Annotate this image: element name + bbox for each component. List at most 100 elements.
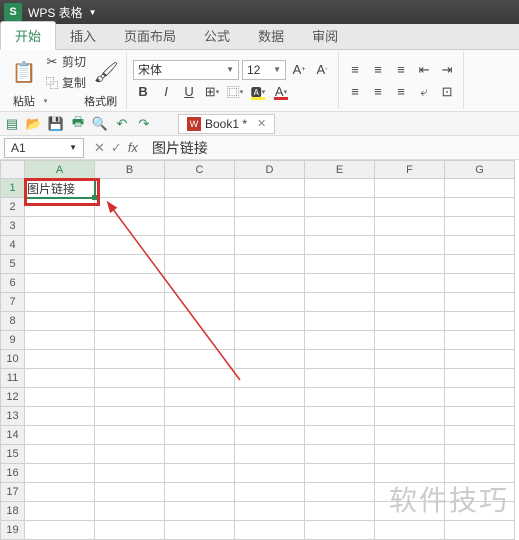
cell[interactable] [95, 426, 165, 445]
cell[interactable] [235, 179, 305, 198]
tab-insert[interactable]: 插入 [56, 22, 110, 49]
cell[interactable] [95, 331, 165, 350]
align-left-button[interactable]: ≡ [345, 82, 365, 102]
tab-data[interactable]: 数据 [244, 22, 298, 49]
row-header-6[interactable]: 6 [1, 274, 25, 293]
underline-button[interactable]: U [179, 82, 199, 102]
col-header-F[interactable]: F [375, 161, 445, 179]
cancel-icon[interactable]: ✕ [94, 140, 105, 156]
cell[interactable] [235, 388, 305, 407]
cell[interactable] [445, 179, 515, 198]
cell[interactable] [165, 407, 235, 426]
cell[interactable] [25, 198, 95, 217]
cell[interactable] [25, 369, 95, 388]
cell[interactable] [235, 255, 305, 274]
cell[interactable] [95, 407, 165, 426]
cell[interactable] [305, 312, 375, 331]
row-header-19[interactable]: 19 [1, 521, 25, 540]
cell[interactable] [165, 521, 235, 540]
cell[interactable] [25, 274, 95, 293]
merge-cells-button[interactable]: ⊡ [437, 82, 457, 102]
cell[interactable] [375, 483, 445, 502]
cell[interactable] [375, 445, 445, 464]
cell[interactable] [25, 312, 95, 331]
cell[interactable] [95, 217, 165, 236]
cell[interactable] [235, 426, 305, 445]
cell[interactable] [375, 407, 445, 426]
cell[interactable] [305, 369, 375, 388]
cell[interactable] [375, 502, 445, 521]
cell[interactable] [305, 255, 375, 274]
cell[interactable] [235, 236, 305, 255]
cell[interactable] [445, 198, 515, 217]
font-name-select[interactable]: 宋体▼ [133, 60, 239, 80]
cell[interactable] [95, 445, 165, 464]
cell[interactable] [375, 350, 445, 369]
row-header-15[interactable]: 15 [1, 445, 25, 464]
cell[interactable] [375, 255, 445, 274]
cell[interactable] [25, 217, 95, 236]
select-all-corner[interactable] [1, 161, 25, 179]
cell[interactable] [95, 198, 165, 217]
cell[interactable] [375, 521, 445, 540]
row-header-9[interactable]: 9 [1, 331, 25, 350]
undo-icon[interactable]: ↶ [114, 116, 130, 132]
cell[interactable] [445, 369, 515, 388]
col-header-C[interactable]: C [165, 161, 235, 179]
cell[interactable] [235, 331, 305, 350]
cell[interactable] [235, 274, 305, 293]
cell[interactable] [25, 445, 95, 464]
cell[interactable] [165, 331, 235, 350]
row-header-5[interactable]: 5 [1, 255, 25, 274]
cell[interactable] [235, 445, 305, 464]
row-header-2[interactable]: 2 [1, 198, 25, 217]
tab-review[interactable]: 审阅 [298, 22, 352, 49]
col-header-D[interactable]: D [235, 161, 305, 179]
cell[interactable] [375, 426, 445, 445]
cell[interactable] [305, 350, 375, 369]
cut-button[interactable]: ✂剪切 [41, 52, 89, 71]
cell[interactable] [305, 236, 375, 255]
row-header-17[interactable]: 17 [1, 483, 25, 502]
cell[interactable] [305, 445, 375, 464]
preview-icon[interactable]: 🔍 [92, 116, 108, 132]
cell[interactable] [445, 445, 515, 464]
cell[interactable] [375, 312, 445, 331]
cell[interactable] [25, 407, 95, 426]
align-middle-button[interactable]: ≡ [368, 60, 388, 80]
cell[interactable] [445, 521, 515, 540]
cell[interactable] [235, 407, 305, 426]
cell[interactable] [165, 483, 235, 502]
bold-button[interactable]: B [133, 82, 153, 102]
cell[interactable] [375, 293, 445, 312]
indent-inc-button[interactable]: ⇥ [437, 60, 457, 80]
paste-button[interactable]: 📋 [10, 58, 38, 86]
cell[interactable] [165, 179, 235, 198]
cell[interactable] [165, 255, 235, 274]
cell[interactable] [305, 293, 375, 312]
col-header-B[interactable]: B [95, 161, 165, 179]
align-right-button[interactable]: ≡ [391, 82, 411, 102]
cell[interactable] [235, 217, 305, 236]
cell[interactable] [305, 331, 375, 350]
cell[interactable] [305, 426, 375, 445]
print-icon[interactable]: 🖶 [70, 116, 86, 132]
cell[interactable] [25, 255, 95, 274]
cell[interactable] [305, 388, 375, 407]
cell[interactable] [305, 198, 375, 217]
cell[interactable] [445, 407, 515, 426]
cell[interactable] [25, 236, 95, 255]
cell[interactable] [305, 274, 375, 293]
cell[interactable] [445, 236, 515, 255]
font-color-button[interactable]: A▾ [271, 82, 291, 102]
cell[interactable] [375, 388, 445, 407]
row-header-4[interactable]: 4 [1, 236, 25, 255]
cell[interactable] [445, 274, 515, 293]
cell[interactable] [445, 388, 515, 407]
fill-color-button[interactable]: 🅰▾ [248, 82, 268, 102]
cell[interactable] [95, 350, 165, 369]
row-header-10[interactable]: 10 [1, 350, 25, 369]
cell[interactable] [165, 464, 235, 483]
col-header-G[interactable]: G [445, 161, 515, 179]
indent-dec-button[interactable]: ⇤ [414, 60, 434, 80]
